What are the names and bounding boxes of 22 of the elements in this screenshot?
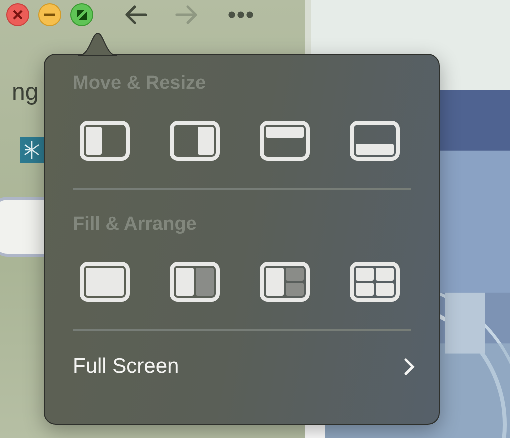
layout-option[interactable] [80, 262, 130, 302]
zoom-button[interactable] [70, 3, 94, 27]
layout-option[interactable] [350, 262, 400, 302]
minimize-icon [38, 3, 62, 27]
left-arrow-icon [124, 3, 149, 27]
close-button[interactable] [6, 3, 30, 27]
more-button[interactable] [228, 11, 254, 19]
layout-option[interactable] [350, 121, 400, 161]
full-screen-item[interactable]: Full Screen [73, 355, 194, 379]
right-arrow-icon [175, 3, 200, 27]
layout-option[interactable] [260, 121, 310, 161]
layout-option[interactable] [260, 262, 310, 302]
layout-option[interactable] [80, 121, 130, 161]
chevron-icon [404, 358, 416, 376]
layout-option[interactable] [170, 262, 220, 302]
close-icon [6, 3, 30, 27]
zoom-icon [70, 3, 94, 27]
minimize-button[interactable] [38, 3, 62, 27]
ellipsis-icon [228, 11, 254, 19]
layout-option[interactable] [170, 121, 220, 161]
sidebar-text: ng [12, 79, 39, 107]
snowflake-icon [20, 137, 44, 163]
